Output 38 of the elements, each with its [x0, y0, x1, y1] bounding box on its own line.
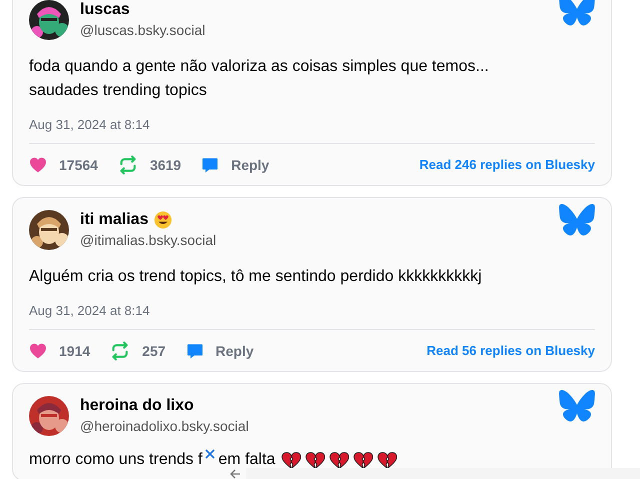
heart-eyes-emoji-icon — [154, 211, 172, 229]
butterfly-logo-icon — [559, 204, 595, 236]
close-icon[interactable] — [204, 448, 216, 460]
like-count: 1914 — [59, 342, 90, 361]
author-handle: @itimalias.bsky.social — [80, 231, 216, 250]
repost-count: 257 — [142, 342, 166, 361]
broken-heart-icon — [329, 451, 350, 469]
author-name: iti malias — [80, 210, 148, 230]
read-replies-link[interactable]: Read 56 replies on Bluesky — [426, 341, 595, 361]
broken-heart-icon — [305, 451, 326, 469]
post-text: Alguém cria os trend topics, tô me sentindo perdido kkkkkkkkkkj — [29, 267, 483, 287]
repost-icon[interactable] — [118, 155, 138, 175]
repost-count: 3619 — [150, 156, 182, 175]
broken-heart-icon — [281, 451, 302, 469]
read-replies-link[interactable]: Read 246 replies on Bluesky — [419, 155, 595, 175]
repost-icon[interactable] — [110, 341, 130, 361]
back-arrow-icon[interactable] — [229, 469, 241, 479]
reply-bubble-icon[interactable] — [201, 156, 220, 174]
post-date: Aug 31, 2024 at 8:14 — [29, 116, 151, 134]
reply-link[interactable]: Reply — [231, 155, 270, 175]
post-text: morro como uns trends f — [29, 450, 202, 470]
post-text: foda quando a gente não valoriza as coisas simples que temos... — [29, 57, 490, 77]
heart-icon[interactable] — [29, 157, 47, 173]
author-name: luscas — [80, 0, 130, 20]
post-text: em falta — [218, 450, 276, 470]
butterfly-logo-icon — [559, 390, 595, 422]
heart-icon[interactable] — [29, 343, 47, 359]
butterfly-logo-icon — [559, 0, 595, 26]
post-date: Aug 31, 2024 at 8:14 — [29, 302, 151, 320]
reply-link[interactable]: Reply — [216, 341, 254, 361]
post-text: saudades trending topics — [29, 81, 208, 101]
author-handle: @luscas.bsky.social — [80, 21, 206, 40]
like-count: 17564 — [59, 156, 98, 175]
broken-heart-icon — [353, 451, 374, 469]
author-handle: @heroinadolixo.bsky.social — [80, 417, 249, 436]
author-name: heroina do lixo — [80, 396, 194, 416]
reply-bubble-icon[interactable] — [186, 342, 204, 360]
broken-heart-icon — [377, 451, 398, 469]
